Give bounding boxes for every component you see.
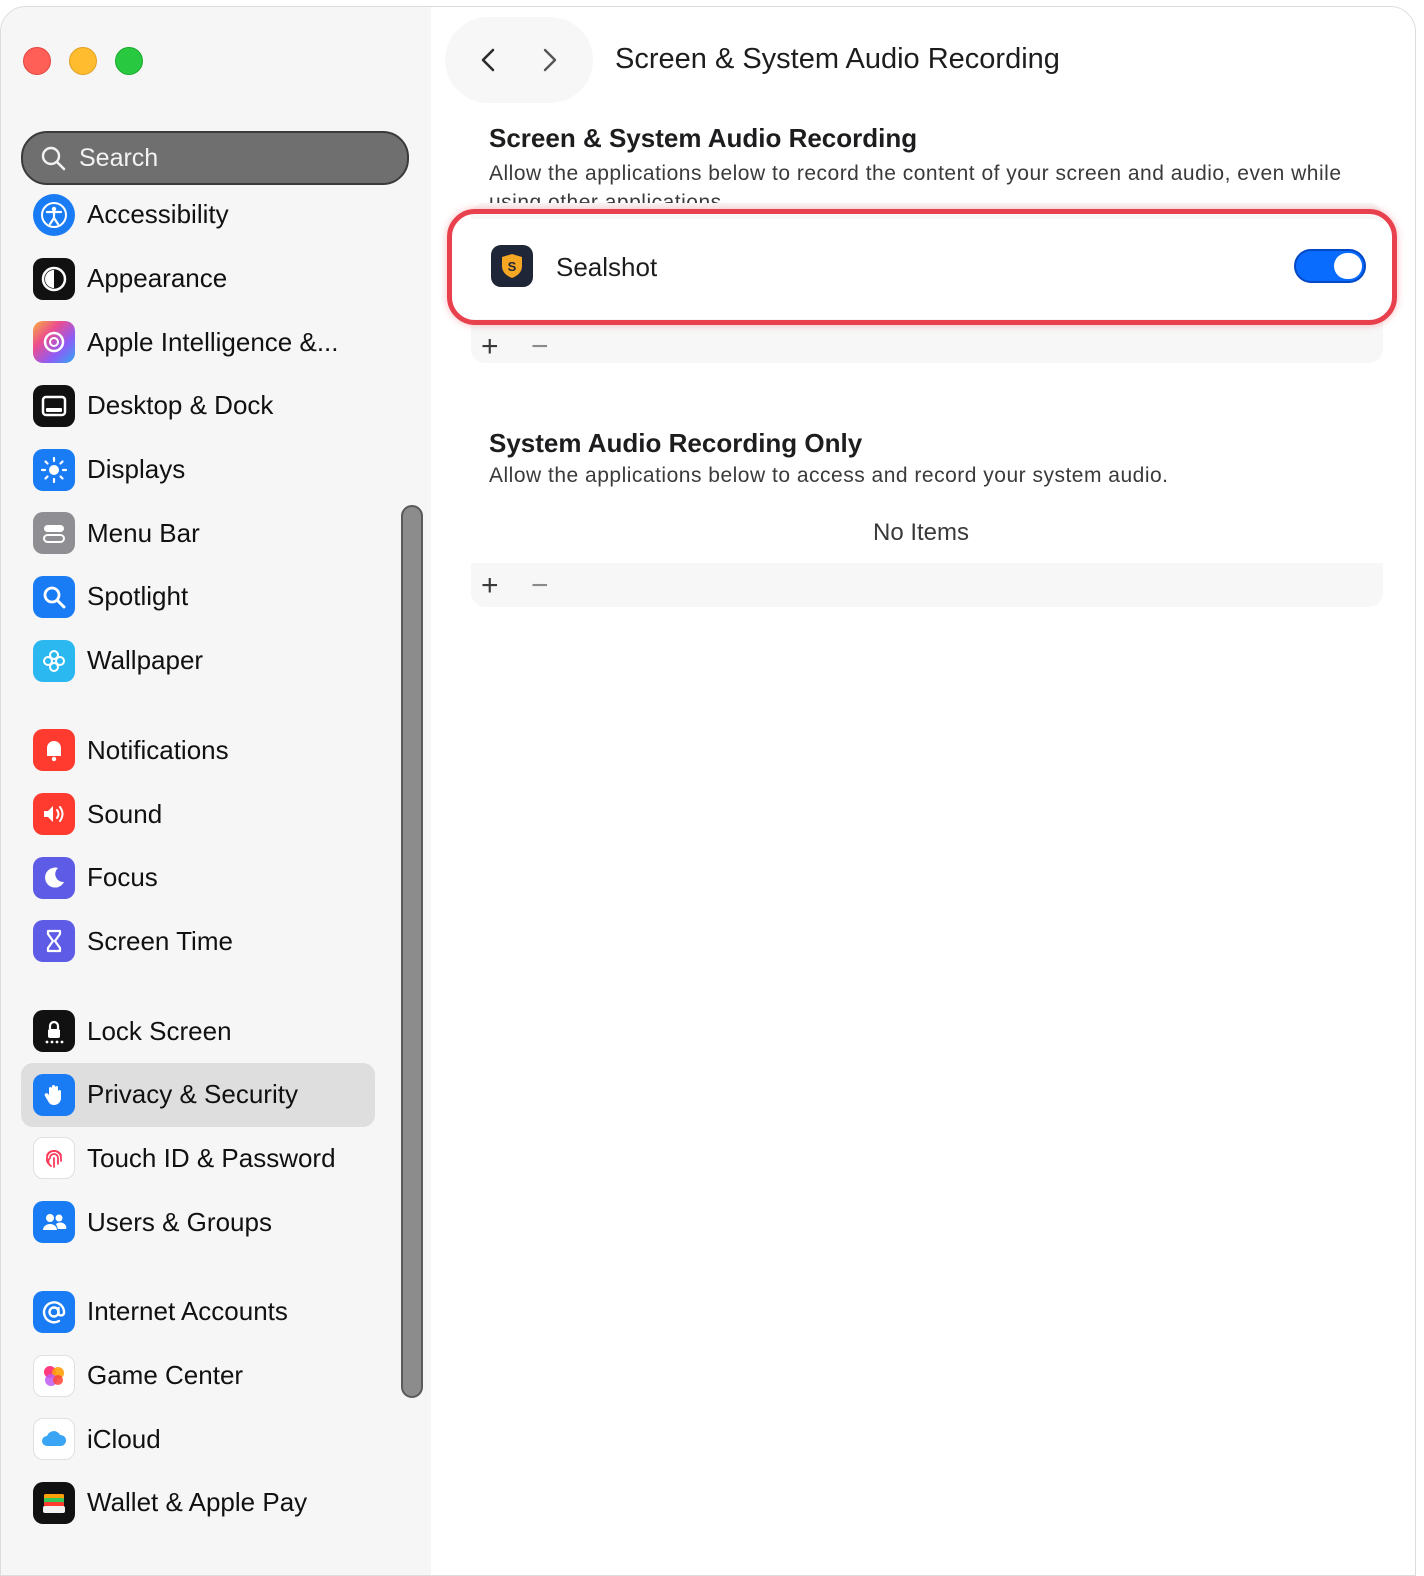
back-icon[interactable]	[475, 46, 503, 74]
search-icon	[41, 146, 66, 171]
sidebar-item-label: Users & Groups	[87, 1206, 272, 1237]
desktop-dock-icon	[33, 384, 75, 427]
sidebar-item-label: Wallpaper	[87, 645, 204, 676]
minimize-window-button[interactable]	[69, 47, 97, 75]
sidebar-item-spotlight[interactable]: Spotlight	[21, 565, 375, 629]
sidebar-item-label: Privacy & Security	[87, 1079, 298, 1110]
sidebar-item-notifications[interactable]: Notifications	[21, 719, 375, 783]
section-title-screen-recording: Screen & System Audio Recording	[489, 123, 918, 153]
sidebar-item-focus[interactable]: Focus	[21, 846, 375, 910]
zoom-window-button[interactable]	[115, 47, 143, 75]
apple-intelligence-icon	[33, 321, 75, 364]
sidebar-item-internet-accounts[interactable]: Internet Accounts	[21, 1280, 375, 1344]
sidebar-item-label: Appearance	[87, 263, 228, 294]
icloud-icon	[33, 1418, 75, 1461]
history-navigation	[445, 17, 593, 103]
users-groups-icon	[33, 1201, 75, 1244]
window-controls	[23, 47, 143, 75]
sidebar-item-game-center[interactable]: Game Center	[21, 1344, 375, 1408]
sidebar-item-label: Screen Time	[87, 925, 233, 956]
sidebar-item-touch-id[interactable]: Touch ID & Password	[21, 1127, 375, 1191]
sidebar-item-label: Internet Accounts	[87, 1296, 288, 1327]
sidebar-item-label: iCloud	[87, 1423, 161, 1454]
search-input[interactable]: Search	[79, 144, 158, 173]
section-description-audio-only: Allow the applications below to access a…	[489, 464, 1169, 487]
sidebar-list: Accessibility Appearance Apple Intellige…	[21, 183, 375, 1535]
spotlight-icon	[33, 575, 75, 618]
privacy-hand-icon	[33, 1073, 75, 1116]
forward-icon[interactable]	[535, 46, 563, 74]
sidebar-scrollbar[interactable]	[401, 505, 423, 1398]
game-center-icon	[33, 1354, 75, 1397]
wallet-icon	[33, 1481, 75, 1524]
focus-icon	[33, 856, 75, 899]
screen-time-icon	[33, 920, 75, 963]
sidebar-item-menu-bar[interactable]: Menu Bar	[21, 501, 375, 565]
sidebar-item-label: Spotlight	[87, 581, 189, 612]
add-app-button[interactable]: +	[481, 332, 499, 362]
lock-screen-icon	[33, 1010, 75, 1053]
settings-window: Accessibility Appearance Apple Intellige…	[0, 6, 1416, 1576]
sidebar-item-label: Accessibility	[87, 199, 229, 230]
remove-audio-app-button[interactable]: −	[531, 571, 549, 601]
section-title-audio-only: System Audio Recording Only	[489, 428, 863, 458]
sidebar-item-label: Sound	[87, 798, 163, 829]
empty-list-label: No Items	[873, 519, 970, 546]
sidebar-item-label: Touch ID & Password	[87, 1142, 336, 1173]
sidebar-item-label: Notifications	[87, 734, 229, 765]
sidebar-item-label: Displays	[87, 454, 186, 485]
sidebar-item-wallpaper[interactable]: Wallpaper	[21, 629, 375, 693]
remove-app-button[interactable]: −	[531, 332, 549, 362]
sidebar-item-label: Wallet & Apple Pay	[87, 1487, 308, 1518]
touch-id-icon	[33, 1137, 75, 1180]
sidebar-item-desktop-dock[interactable]: Desktop & Dock	[21, 374, 375, 438]
sidebar-item-label: Focus	[87, 862, 158, 893]
sidebar-item-label: Menu Bar	[87, 517, 200, 548]
sound-icon	[33, 793, 75, 836]
internet-accounts-icon	[33, 1290, 75, 1333]
sidebar: Accessibility Appearance Apple Intellige…	[1, 7, 431, 1575]
appearance-icon	[33, 257, 75, 300]
menu-bar-icon	[33, 512, 75, 555]
sidebar-item-label: Apple Intelligence &...	[87, 326, 339, 357]
close-window-button[interactable]	[23, 47, 51, 75]
sidebar-item-icloud[interactable]: iCloud	[21, 1407, 375, 1471]
sidebar-item-sound[interactable]: Sound	[21, 782, 375, 846]
notifications-icon	[33, 729, 75, 772]
sidebar-item-wallet[interactable]: Wallet & Apple Pay	[21, 1471, 375, 1535]
search-field[interactable]: Search	[21, 131, 409, 185]
accessibility-icon	[33, 193, 75, 236]
sidebar-item-apple-intelligence[interactable]: Apple Intelligence &...	[21, 310, 375, 374]
sidebar-item-users-groups[interactable]: Users & Groups	[21, 1190, 375, 1254]
sidebar-item-label: Lock Screen	[87, 1015, 232, 1046]
window-title: Screen & System Audio Recording	[615, 43, 1060, 75]
sidebar-item-appearance[interactable]: Appearance	[21, 247, 375, 311]
sidebar-item-accessibility[interactable]: Accessibility	[21, 183, 375, 247]
sidebar-item-label: Game Center	[87, 1360, 244, 1391]
section-description-screen-recording: Allow the applications below to record t…	[489, 162, 1342, 203]
sidebar-item-privacy-security[interactable]: Privacy & Security	[21, 1062, 375, 1127]
sidebar-item-displays[interactable]: Displays	[21, 438, 375, 502]
displays-icon	[33, 448, 75, 491]
highlight-annotation	[447, 209, 1397, 325]
sidebar-item-label: Desktop & Dock	[87, 390, 274, 421]
sidebar-item-lock-screen[interactable]: Lock Screen	[21, 999, 375, 1063]
sidebar-item-screen-time[interactable]: Screen Time	[21, 910, 375, 974]
main-pane: Screen & System Audio Recording Screen &…	[431, 7, 1415, 1575]
wallpaper-icon	[33, 639, 75, 682]
add-audio-app-button[interactable]: +	[481, 571, 499, 601]
